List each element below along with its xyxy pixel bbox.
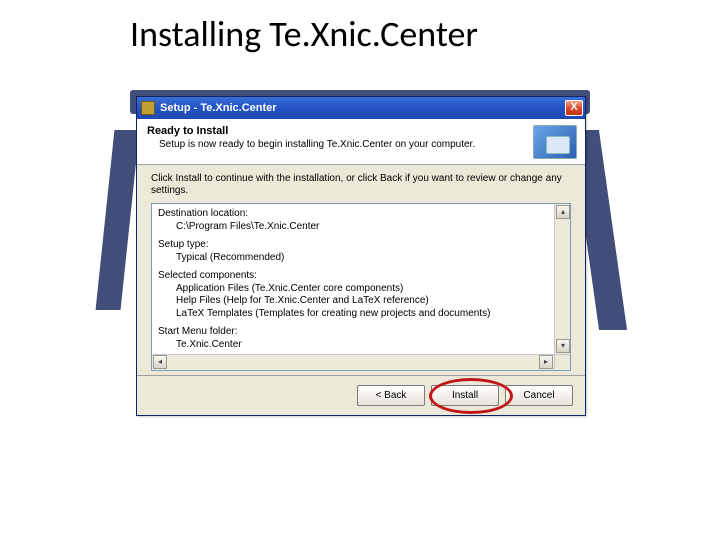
startmenu-value: Te.Xnic.Center — [176, 339, 564, 352]
window-title: Setup - Te.Xnic.Center — [160, 102, 565, 114]
back-button[interactable]: < Back — [357, 385, 425, 406]
dest-label: Destination location: — [158, 208, 564, 221]
components-value: Application Files (Te.Xnic.Center core c… — [176, 283, 564, 321]
installer-window: Setup - Te.Xnic.Center X Ready to Instal… — [136, 96, 586, 416]
components-label: Selected components: — [158, 270, 564, 283]
close-button[interactable]: X — [565, 100, 583, 116]
scroll-up-icon[interactable]: ▴ — [556, 205, 570, 219]
cancel-button[interactable]: Cancel — [505, 385, 573, 406]
wizard-footer: < Back Install Cancel — [137, 375, 585, 415]
scrollbar-corner — [554, 354, 570, 370]
startmenu-label: Start Menu folder: — [158, 326, 564, 339]
scroll-right-icon[interactable]: ▸ — [539, 355, 553, 369]
scroll-down-icon[interactable]: ▾ — [556, 339, 570, 353]
type-label: Setup type: — [158, 239, 564, 252]
title-app-name: Te.Xnic.Center — [200, 102, 276, 114]
scroll-left-icon[interactable]: ◂ — [153, 355, 167, 369]
header-title: Ready to Install — [147, 125, 575, 137]
slide-title: Installing Te.Xnic.Center — [130, 12, 478, 56]
title-prefix: Setup - — [160, 102, 200, 114]
decorative-shape-left — [96, 130, 140, 310]
app-icon — [141, 101, 155, 115]
installer-icon — [533, 125, 577, 159]
type-value: Typical (Recommended) — [176, 252, 564, 265]
titlebar[interactable]: Setup - Te.Xnic.Center X — [137, 97, 585, 119]
horizontal-scrollbar[interactable]: ◂ ▸ — [152, 354, 554, 370]
summary-box: Destination location: C:\Program Files\T… — [151, 203, 571, 371]
dest-value: C:\Program Files\Te.Xnic.Center — [176, 221, 564, 234]
vertical-scrollbar[interactable]: ▴ ▾ — [554, 204, 570, 354]
install-button[interactable]: Install — [431, 385, 499, 406]
wizard-content: Click Install to continue with the insta… — [137, 165, 585, 375]
instruction-text: Click Install to continue with the insta… — [151, 173, 571, 197]
wizard-header: Ready to Install Setup is now ready to b… — [137, 119, 585, 165]
header-subtitle: Setup is now ready to begin installing T… — [159, 139, 575, 150]
